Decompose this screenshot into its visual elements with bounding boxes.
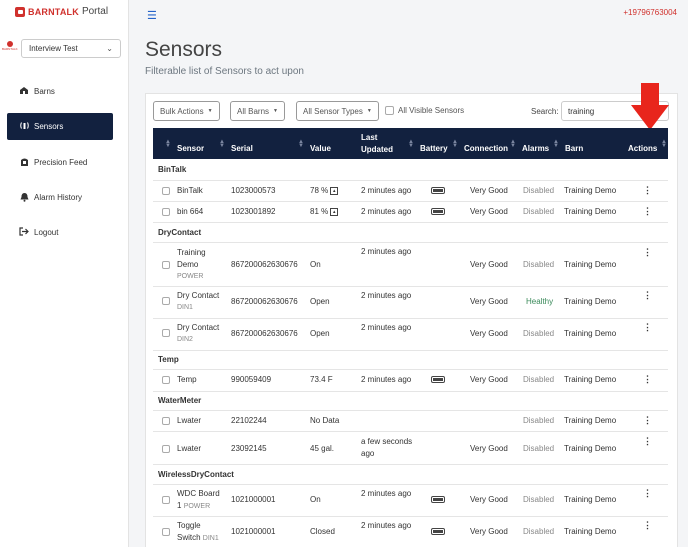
battery-icon [431,186,445,198]
page-title: Sensors [145,38,223,61]
column-header-last-updated[interactable]: Last Updated [361,128,393,159]
column-header-sensor[interactable]: ▲ ▼ Sensor [165,128,204,159]
column-header-connection[interactable]: ▲ ▼ Connection [452,128,508,159]
table-row[interactable]: BinTalk 1023000573 78 % ▴ 2 minutes ago V… [153,181,668,202]
red-arrow-icon [631,83,669,130]
table-row[interactable]: WDC Board 1 POWER 1021000001 On 2 minute… [153,485,668,517]
row-checkbox[interactable] [162,417,170,425]
search-label: Search: [531,107,559,116]
sensor-icon [19,121,29,132]
row-checkbox[interactable] [162,297,170,305]
table-row[interactable]: Dry Contact DIN2 867200062630676 Open 2 … [153,319,668,351]
caret-down-icon: ▼ [207,108,213,114]
row-checkbox[interactable] [162,376,170,384]
table-row[interactable]: Training Demo POWER 867200062630676 On 2… [153,243,668,287]
all-visible-sensors-label: All Visible Sensors [398,106,465,115]
sidebar: BARNTALK Portal BARNTALK Interview Test … [0,0,129,547]
all-visible-sensors-checkbox[interactable] [385,106,394,115]
bell-icon [19,192,29,204]
row-actions-menu-icon[interactable]: ⋮ [643,373,652,385]
battery-icon [431,495,445,507]
row-checkbox[interactable] [162,208,170,216]
fill-level-icon: ▴ [330,186,339,195]
hamburger-menu-icon[interactable]: ☰ [147,9,157,22]
row-actions-menu-icon[interactable]: ⋮ [643,435,652,447]
column-header-serial[interactable]: ▲ ▼ Serial [219,128,253,159]
caret-down-icon: ▼ [273,108,278,114]
row-actions-menu-icon[interactable]: ⋮ [643,414,652,426]
row-checkbox[interactable] [162,329,170,337]
sidebar-item-precision-feed[interactable]: Precision Feed [7,149,113,176]
farm-logo-icon: BARNTALK [2,41,18,55]
barntalk-logo-icon [15,6,25,17]
sidebar-item-barns[interactable]: Barns [7,78,113,105]
column-header-actions[interactable]: Actions ▲ ▼ [628,128,667,159]
row-checkbox[interactable] [162,261,170,269]
farm-select[interactable]: Interview Test ⌄ [21,39,121,58]
chevron-down-icon: ⌄ [106,44,113,53]
table-row[interactable]: Dry Contact DIN1 867200062630676 Open 2 … [153,287,668,319]
row-actions-menu-icon[interactable]: ⋮ [643,289,652,301]
table-row[interactable]: Temp 990059409 73.4 F 2 minutes ago Very… [153,370,668,392]
row-actions-menu-icon[interactable]: ⋮ [643,519,652,531]
group-header-wirelessdrycontact: WirelessDryContact [153,465,668,485]
group-header-watermeter: WaterMeter [153,392,668,411]
row-actions-menu-icon[interactable]: ⋮ [643,487,652,499]
group-header-drycontact: DryContact [153,223,668,243]
barn-icon [19,86,29,97]
table-row[interactable]: Lwater 22102244 No Data Disabled Trainin… [153,411,668,432]
battery-icon [431,375,445,387]
battery-icon [431,207,445,219]
sidebar-item-alarm-history[interactable]: Alarm History [7,184,113,211]
table-row[interactable]: bin 664 1023001892 81 % ▴ 2 minutes ago V… [153,202,668,223]
row-checkbox[interactable] [162,528,170,536]
support-phone[interactable]: +19796763004 [623,8,677,17]
row-actions-menu-icon[interactable]: ⋮ [643,184,652,196]
table-header: ▲ ▼ Sensor ▲ ▼ Serial ▲ ▼ Value Last Updated ▲… [153,128,668,159]
table-row[interactable]: Lwater 23092145 45 gal. a few seconds ag… [153,432,668,465]
column-header-value[interactable]: ▲ ▼ Value [298,128,331,159]
group-header-temp: Temp [153,351,668,370]
brand-logo[interactable]: BARNTALK Portal [15,6,108,17]
group-header-bintalk: BinTalk [153,160,668,181]
sensor-types-dropdown[interactable]: All Sensor Types ▼ [296,101,379,121]
topbar: ☰ +19796763004 [129,0,688,28]
barns-filter-dropdown[interactable]: All Barns ▼ [230,101,285,121]
caret-down-icon: ▼ [366,108,372,114]
row-actions-menu-icon[interactable]: ⋮ [643,205,652,217]
sidebar-item-logout[interactable]: Logout [7,219,113,246]
column-header-alarms[interactable]: ▲ ▼ Alarms [510,128,549,159]
logout-icon [19,227,29,238]
row-actions-menu-icon[interactable]: ⋮ [643,246,652,258]
column-header-battery[interactable]: ▲ ▼ Battery [408,128,448,159]
battery-icon [431,527,445,539]
sidebar-item-sensors[interactable]: Sensors [7,113,113,140]
row-actions-menu-icon[interactable]: ⋮ [643,321,652,333]
feed-icon [19,157,29,169]
bulk-actions-dropdown[interactable]: Bulk Actions ▼ [153,101,220,121]
table-row[interactable]: Toggle Switch DIN1 1021000001 Closed 2 m… [153,517,668,547]
column-header-barn[interactable]: ▲ ▼ Barn [553,128,583,159]
page-subtitle: Filterable list of Sensors to act upon [145,66,304,77]
row-checkbox[interactable] [162,496,170,504]
row-checkbox[interactable] [162,187,170,195]
row-checkbox[interactable] [162,445,170,453]
fill-level-icon: ▴ [330,207,339,216]
